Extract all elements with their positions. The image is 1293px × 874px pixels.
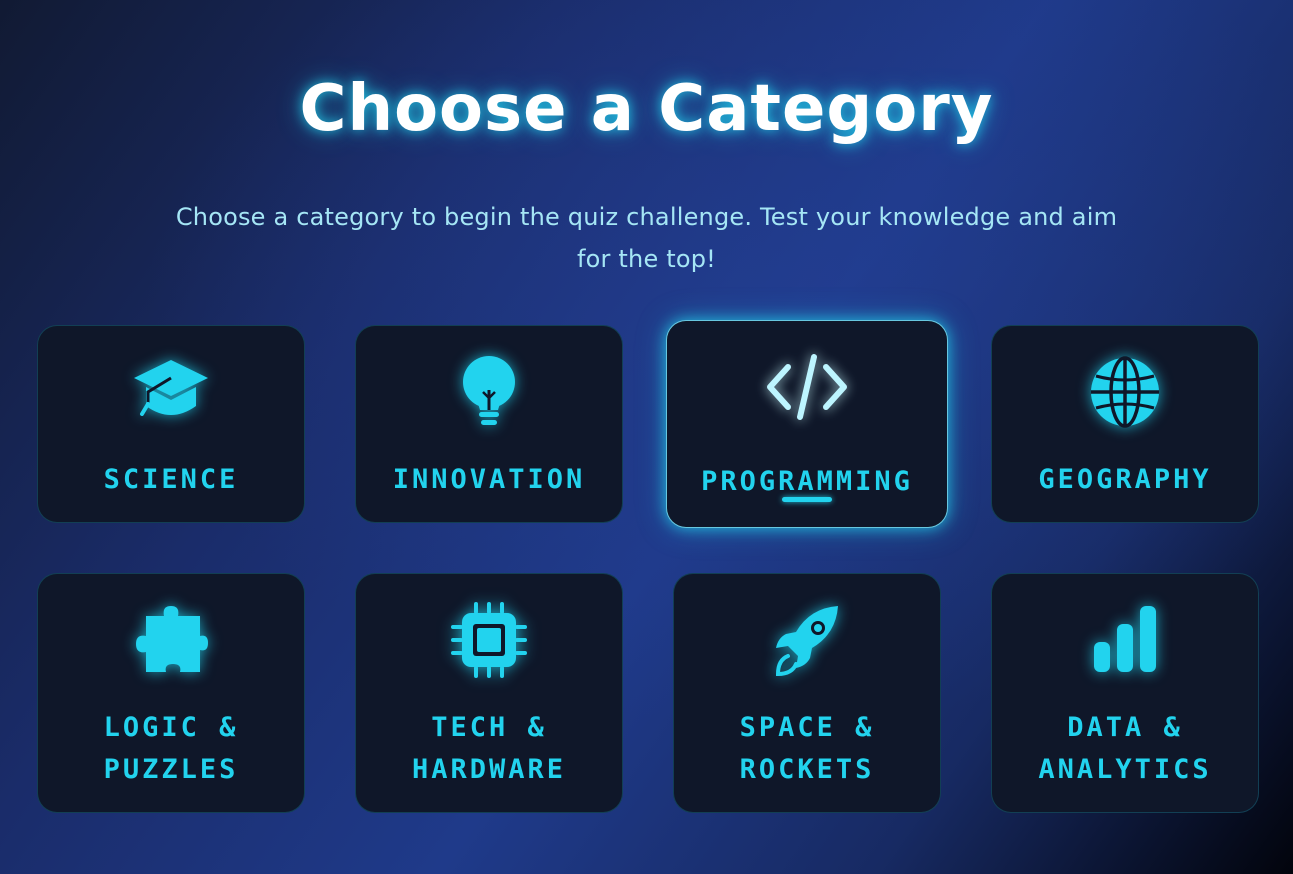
globe-icon (1082, 354, 1168, 430)
category-label: DATA & ANALYTICS (1038, 712, 1212, 785)
category-card-science[interactable]: SCIENCE (37, 325, 305, 523)
category-label: SCIENCE (103, 464, 239, 495)
category-label: GEOGRAPHY (1038, 464, 1212, 495)
category-label: LOGIC & PUZZLES (103, 712, 239, 785)
rocket-icon (764, 602, 850, 678)
bar-chart-icon (1082, 602, 1168, 678)
category-card-logic-puzzles[interactable]: LOGIC & PUZZLES (37, 573, 305, 813)
lightbulb-icon (446, 354, 532, 430)
category-card-data-analytics[interactable]: DATA & ANALYTICS (991, 573, 1259, 813)
category-card-tech-hardware[interactable]: TECH & HARDWARE (355, 573, 623, 813)
graduation-cap-icon (128, 354, 214, 430)
category-label: SPACE & ROCKETS (739, 712, 875, 785)
category-card-space-rockets[interactable]: SPACE & ROCKETS (673, 573, 941, 813)
category-label: TECH & HARDWARE (411, 712, 567, 785)
category-label: INNOVATION (392, 464, 586, 495)
category-card-programming[interactable]: PROGRAMMING (666, 320, 948, 528)
selected-indicator (782, 497, 832, 502)
puzzle-icon (128, 602, 214, 678)
page-subtitle: Choose a category to begin the quiz chal… (175, 203, 1118, 273)
code-icon (764, 349, 850, 425)
category-card-innovation[interactable]: INNOVATION (355, 325, 623, 523)
category-card-geography[interactable]: GEOGRAPHY (991, 325, 1259, 523)
chip-icon (446, 602, 532, 678)
page-title: Choose a Category (299, 72, 994, 146)
